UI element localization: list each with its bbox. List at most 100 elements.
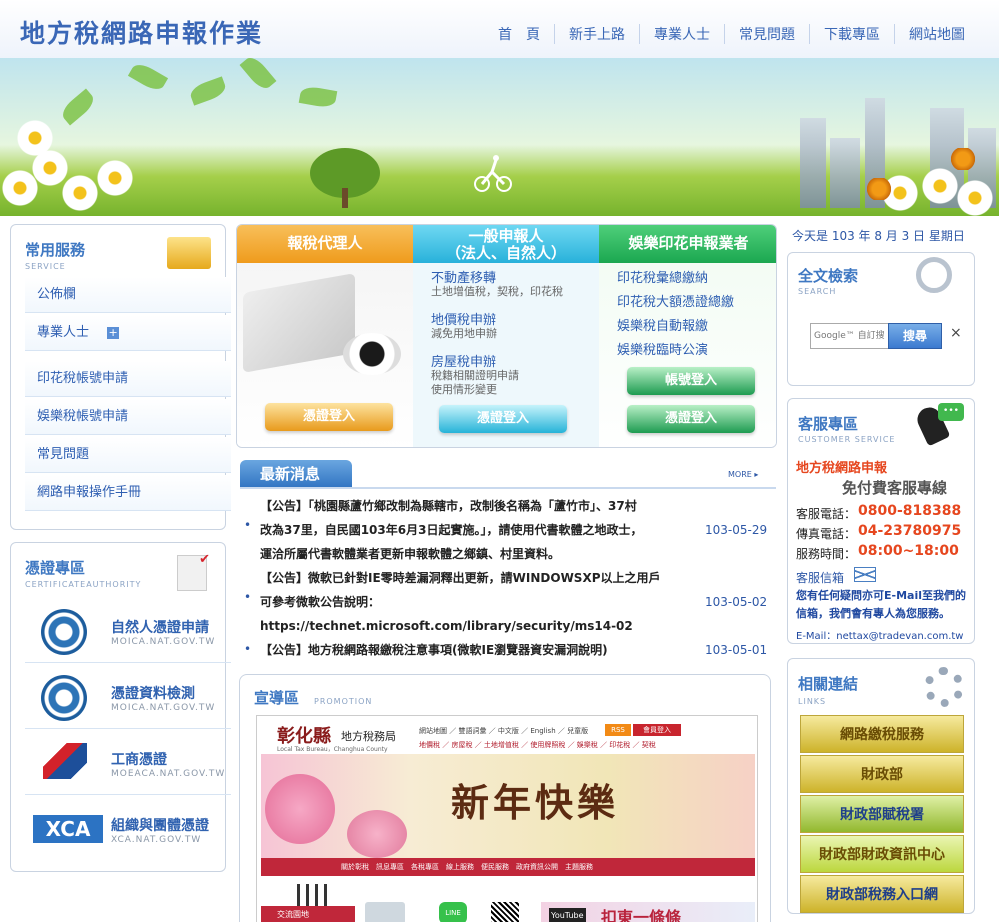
entertainment-column-title: 娛樂印花申報業者 <box>599 225 776 263</box>
nav-downloads[interactable]: 下載專區 <box>809 24 894 44</box>
nav-home[interactable]: 首 頁 <box>484 24 554 44</box>
link-stamp-tax-account[interactable]: 印花稅帳號申請 <box>25 361 231 397</box>
news-more-link[interactable]: MORE ▸ <box>728 470 758 479</box>
cyclist-icon <box>474 154 512 192</box>
link-ministry-finance[interactable]: 財政部 <box>800 755 964 793</box>
promo-bureau-en: Local Tax Bureau，Changhua County <box>277 746 388 753</box>
link-stamp-tax-summary[interactable]: 印花稅彙總繳納 <box>617 267 708 286</box>
envelope-icon[interactable] <box>854 567 876 582</box>
common-services-subtitle: SERVICE <box>25 262 66 271</box>
account-login-button[interactable]: 帳號登入 <box>627 367 755 395</box>
top-navigation: 首 頁 新手上路 專業人士 常見問題 下載專區 網站地圖 <box>484 24 979 44</box>
gear-icon <box>924 667 964 707</box>
today-date: 今天是 103 年 8 月 3 日 星期日 <box>792 229 965 243</box>
land-value-tax-desc: 減免用地申辦 <box>431 327 497 340</box>
daisy-icon <box>15 118 55 158</box>
search-button[interactable]: 搜尋 <box>888 323 942 349</box>
news-bullet: • <box>244 518 252 532</box>
agent-cert-login-button[interactable]: 憑證登入 <box>265 403 393 431</box>
daisy-icon <box>60 173 100 213</box>
service-hours: 08:00~18:00 <box>858 543 959 559</box>
link-entertainment-tax-account[interactable]: 娛樂稅帳號申請 <box>25 399 231 435</box>
house-tax-desc-2: 使用情形變更 <box>431 383 497 396</box>
link-entertainment-auto[interactable]: 娛樂稅自動報繳 <box>617 315 708 334</box>
related-links-title: 相關連結 <box>798 675 859 693</box>
document-check-icon: ✔ <box>177 552 210 591</box>
general-column-title: 一般申報人 （法人、自然人） <box>413 225 599 263</box>
link-house-tax[interactable]: 房屋稅申辦 <box>431 351 496 370</box>
link-property-transfer[interactable]: 不動產移轉 <box>431 267 496 286</box>
link-entertainment-temp[interactable]: 娛樂稅臨時公演 <box>617 339 708 358</box>
search-subtitle: SEARCH <box>798 287 837 296</box>
business-cert-login-button[interactable]: 憑證登入 <box>627 405 755 433</box>
close-icon[interactable]: × <box>950 325 962 341</box>
cert-item-business[interactable]: 工商憑證 MOEACA.NAT.GOV.TW <box>25 735 231 795</box>
new-year-greeting: 新年快樂 <box>451 780 620 825</box>
promotion-panel: 宣導區 PROMOTION 彰化縣 地方稅務局 Local Tax Bureau… <box>239 674 771 922</box>
agent-column-title: 報稅代理人 <box>237 225 413 263</box>
search-input[interactable]: Google™ 自訂搜 <box>810 323 892 349</box>
news-bullet: • <box>244 642 252 656</box>
news-item-2[interactable]: 【公告】微軟已針對IE零時差漏洞釋出更新，請WINDOWSXP以上之用戶 可參考… <box>260 566 700 638</box>
fax-number: 04-23780975 <box>858 523 962 539</box>
news-item-1[interactable]: 【公告】「桃園縣蘆竹鄉改制為縣轄市，改制後名稱為「蘆竹市」、37村 改為37里，… <box>260 494 700 566</box>
service-email[interactable]: E-Mail：nettax@tradevan.com.tw <box>796 627 963 642</box>
phone-label: 客服電話： <box>796 507 857 521</box>
cert-item-name: 自然人憑證申請 <box>111 620 209 636</box>
news-date: 103-05-01 <box>705 643 768 657</box>
promo-tax-links: 地價稅 ／ 房屋稅 ／ 土地增值稅 ／ 使用牌照稅 ／ 娛樂稅 ／ 印花稅 ／ … <box>419 741 656 749</box>
moica-logo-icon <box>41 609 87 655</box>
nav-sitemap[interactable]: 網站地圖 <box>894 24 979 44</box>
link-land-value-tax[interactable]: 地價稅申辦 <box>431 309 496 328</box>
news-date: 103-05-29 <box>705 523 768 537</box>
link-professionals[interactable]: 專業人士 + <box>25 315 231 351</box>
service-headline: 地方稅網路申報 <box>796 461 888 476</box>
qr-code-icon <box>491 902 519 922</box>
new-year-banner: 新年快樂 <box>261 754 755 858</box>
nav-getting-started[interactable]: 新手上路 <box>554 24 639 44</box>
xca-logo-icon: XCA <box>33 815 103 843</box>
link-etax-portal[interactable]: 財政部稅務入口網 <box>800 875 964 913</box>
promotion-subtitle: PROMOTION <box>314 697 373 706</box>
news-item-2-line-2: 可參考微軟公告說明： <box>260 595 381 609</box>
promotion-title: 宣導區 <box>254 689 300 707</box>
site-title[interactable]: 地方稅網路申報作業 <box>20 14 263 50</box>
promo-top-links: 網站地圖 ／ 雙語詞彙 ／ 中文版 ／ English ／ 兒童版 <box>419 727 589 735</box>
link-tax-online[interactable]: 網路繳稅服務 <box>800 715 964 753</box>
house-tax-desc: 稅籍相關證明申請 <box>431 369 519 382</box>
link-manual[interactable]: 網路申報操作手冊 <box>25 475 231 511</box>
cert-item-check[interactable]: 憑證資料檢測 MOICA.NAT.GOV.TW <box>25 669 231 729</box>
service-subtitle: CUSTOMER SERVICE <box>798 435 896 444</box>
cert-item-url: MOICA.NAT.GOV.TW <box>111 637 216 647</box>
mailbox-link[interactable]: 客服信箱 <box>796 569 844 586</box>
news-date: 103-05-02 <box>705 595 768 609</box>
hero-banner <box>0 58 999 216</box>
news-item-1-line-2: 改為37里，自民國103年6月3日起實施。」，請使用代書軟體之地政士， <box>260 523 643 537</box>
link-taxation-agency[interactable]: 財政部賦稅署 <box>800 795 964 833</box>
promo-website-preview[interactable]: 彰化縣 地方稅務局 Local Tax Bureau，Changhua Coun… <box>256 715 758 922</box>
butterfly-icon <box>866 178 892 200</box>
cert-item-organization[interactable]: XCA 組織與團體憑證 XCA.NAT.GOV.TW <box>25 801 231 861</box>
cert-item-citizen-apply[interactable]: 自然人憑證申請 MOICA.NAT.GOV.TW <box>25 603 231 663</box>
nav-professionals[interactable]: 專業人士 <box>639 24 724 44</box>
nav-faq[interactable]: 常見問題 <box>724 24 809 44</box>
link-stamp-tax-large[interactable]: 印花稅大額憑證總繳 <box>617 291 734 310</box>
general-cert-login-button[interactable]: 憑證登入 <box>439 405 567 433</box>
leaf-decoration <box>188 76 228 106</box>
cert-item-url: XCA.NAT.GOV.TW <box>111 835 202 845</box>
cert-item-url: MOEACA.NAT.GOV.TW <box>111 769 226 779</box>
moica-logo-icon <box>41 675 87 721</box>
link-faq[interactable]: 常見問題 <box>25 437 231 473</box>
entertainment-column: 印花稅彙總繳納 印花稅大額憑證總繳 娛樂稅自動報繳 娛樂稅臨時公演 帳號登入 憑… <box>599 263 776 447</box>
laptop-icon <box>243 273 355 373</box>
news-divider <box>240 487 776 489</box>
expand-icon[interactable]: + <box>107 326 120 339</box>
site-header: 地方稅網路申報作業 首 頁 新手上路 專業人士 常見問題 下載專區 網站地圖 <box>0 0 999 58</box>
fax-label: 傳真電話： <box>796 527 857 541</box>
service-title: 客服專區 <box>798 415 859 433</box>
link-bulletin[interactable]: 公佈欄 <box>25 277 231 313</box>
exchange-forum-tab: 交流園地 <box>261 906 355 922</box>
news-item-3[interactable]: 【公告】地方稅網路報繳稅注意事項(微軟IE瀏覽器資安漏洞說明) <box>260 638 700 662</box>
service-note: 您有任何疑問亦可E-Mail至我們的信箱，我們會有專人為您服務。 <box>796 589 966 620</box>
link-fiscal-info-agency[interactable]: 財政部財政資訊中心 <box>800 835 964 873</box>
